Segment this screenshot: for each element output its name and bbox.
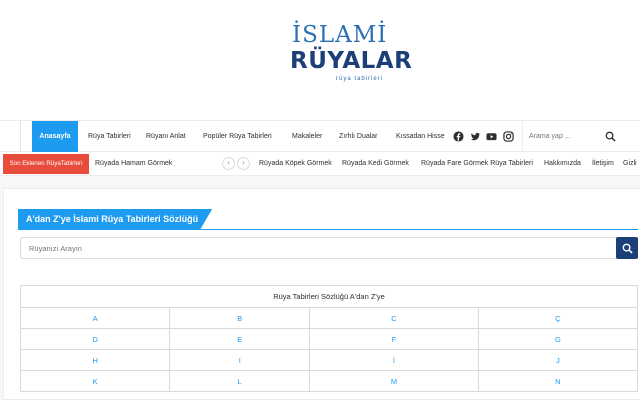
letter-link[interactable]: I: [169, 349, 311, 371]
nav-item-zirhli-dualar[interactable]: Zırhlı Dualar: [339, 121, 378, 152]
top-link-hakkimizda[interactable]: Hakkımızda: [544, 152, 581, 176]
header-search-input[interactable]: [529, 129, 609, 144]
ticker-current-item[interactable]: Rüyada Hamam Görmek: [95, 152, 172, 176]
nav-item-anasayfa[interactable]: Anasayfa: [32, 121, 78, 156]
table-caption-row: Rüya Tabirleri Sözlüğü A'dan Z'ye: [20, 285, 638, 308]
chevron-right-icon: ›: [242, 160, 245, 167]
dictionary-table: Rüya Tabirleri Sözlüğü A'dan Z'ye A B C …: [19, 285, 639, 392]
letter-link[interactable]: A: [19, 307, 171, 329]
letter-link[interactable]: M: [309, 370, 479, 392]
logo-subtitle: rüya tabirleri: [336, 76, 384, 82]
site-header: İSLAMİ RÜYALAR rüya tabirleri: [0, 0, 640, 120]
logo-main-text: RÜYALAR: [290, 48, 413, 74]
ticker-next-button[interactable]: ›: [237, 157, 250, 170]
letter-link[interactable]: D: [19, 328, 171, 350]
dream-search-input[interactable]: [29, 242, 529, 255]
dream-search-button[interactable]: [616, 237, 638, 259]
facebook-icon[interactable]: [453, 131, 464, 142]
dream-search-box: [20, 237, 618, 259]
logo-top-text: İSLAMİ: [292, 22, 388, 48]
top-link-kedi[interactable]: Rüyada Kedi Görmek: [342, 152, 409, 176]
main-content: A'dan Z'ye İslami Rüya Tabirleri Sözlüğü…: [3, 188, 640, 400]
ticker-prev-button[interactable]: ‹: [222, 157, 235, 170]
table-row: H I İ J: [19, 349, 639, 371]
nav-item-ruya-tabirleri[interactable]: Rüya Tabirleri: [88, 121, 131, 152]
search-icon[interactable]: [605, 131, 616, 142]
letter-link[interactable]: İ: [309, 349, 479, 371]
nav-item-populer[interactable]: Popüler Rüya Tabirleri: [203, 121, 272, 152]
letter-link[interactable]: H: [19, 349, 171, 371]
header-search: [522, 121, 640, 152]
letter-link[interactable]: C: [309, 307, 479, 329]
main-navigation: Anasayfa Rüya Tabirleri Rüyanı Anlat Pop…: [0, 120, 640, 156]
letter-link[interactable]: B: [169, 307, 311, 329]
letter-link[interactable]: E: [169, 328, 311, 350]
ticker-label: Son Eklenen RüyaTabirleri: [3, 154, 89, 174]
page-title: A'dan Z'ye İslami Rüya Tabirleri Sözlüğü: [18, 209, 213, 229]
nav-item-ruyani-anlat[interactable]: Rüyanı Anlat: [146, 121, 186, 152]
instagram-icon[interactable]: [503, 131, 514, 142]
breaking-news-ticker: Son Eklenen RüyaTabirleri Rüyada Hamam G…: [0, 152, 640, 176]
letter-link[interactable]: L: [169, 370, 311, 392]
site-logo[interactable]: İSLAMİ RÜYALAR rüya tabirleri: [262, 18, 412, 90]
nav-divider: [20, 121, 21, 153]
top-link-fare[interactable]: Rüyada Fare Görmek Rüya Tabirleri: [421, 152, 533, 176]
table-row: A B C Ç: [19, 307, 639, 329]
top-link-gizlilik[interactable]: Gizli: [623, 152, 637, 176]
letter-link[interactable]: Ç: [477, 307, 639, 329]
twitter-icon[interactable]: [470, 131, 481, 142]
search-icon: [622, 243, 633, 254]
letter-link[interactable]: G: [477, 328, 639, 350]
youtube-icon[interactable]: [486, 131, 497, 142]
letter-link[interactable]: F: [309, 328, 479, 350]
table-row: D E F G: [19, 328, 639, 350]
top-link-kopek[interactable]: Rüyada Köpek Görmek: [259, 152, 332, 176]
table-caption: Rüya Tabirleri Sözlüğü A'dan Z'ye: [20, 285, 638, 308]
table-row: K L M N: [19, 370, 639, 392]
letter-link[interactable]: K: [19, 370, 171, 392]
letter-link[interactable]: J: [477, 349, 639, 371]
title-underline: [18, 229, 638, 230]
top-link-iletisim[interactable]: İletişim: [592, 152, 614, 176]
nav-item-makaleler[interactable]: Makaleler: [292, 121, 322, 152]
nav-item-kissadan-hisse[interactable]: Kıssadan Hisse: [396, 121, 445, 152]
chevron-left-icon: ‹: [227, 160, 230, 167]
letter-link[interactable]: N: [477, 370, 639, 392]
